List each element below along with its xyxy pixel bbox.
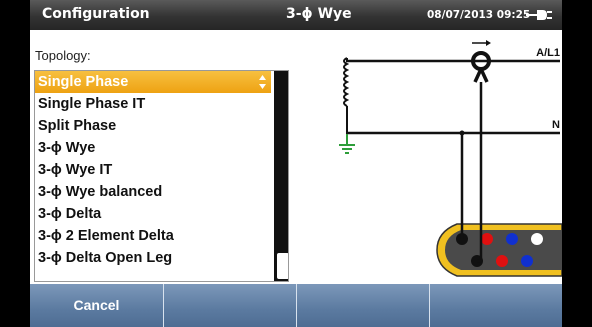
line-label: A/L1 bbox=[536, 47, 560, 59]
ground-icon bbox=[339, 134, 355, 154]
topology-list[interactable]: Single Phase Single Phase IT Split Phase… bbox=[34, 70, 289, 282]
date-time: 08/07/2013 09:25 bbox=[427, 9, 531, 21]
softkey-2[interactable] bbox=[163, 284, 296, 327]
topology-item[interactable]: 3-ϕ Wye bbox=[35, 137, 271, 159]
topology-label: Topology: bbox=[35, 48, 91, 63]
transformer-coil-icon bbox=[343, 57, 350, 107]
cancel-button[interactable]: Cancel bbox=[30, 284, 163, 327]
list-item-label: Single Phase bbox=[38, 74, 129, 90]
softkey-3[interactable] bbox=[296, 284, 429, 327]
up-down-arrows-icon bbox=[259, 75, 266, 89]
topology-item[interactable]: 3-ϕ Delta Open Leg bbox=[35, 247, 271, 269]
softkey-4[interactable] bbox=[429, 284, 562, 327]
list-scrollbar[interactable] bbox=[274, 71, 288, 281]
topology-item[interactable]: 3-ϕ Delta bbox=[35, 203, 271, 225]
topology-item[interactable]: 3-ϕ Wye IT bbox=[35, 159, 271, 181]
neutral-label: N bbox=[552, 119, 560, 131]
topology-mode: 3-ϕ Wye bbox=[286, 6, 352, 22]
device-frame: Configuration 3-ϕ Wye 08/07/2013 09:25 T… bbox=[0, 0, 592, 327]
topology-item-selected[interactable]: Single Phase bbox=[35, 71, 271, 93]
topology-item[interactable]: Single Phase IT bbox=[35, 93, 271, 115]
neutral-tap bbox=[459, 130, 465, 136]
wiring-diagram: A/L1 N bbox=[339, 40, 562, 277]
title-bar: Configuration 3-ϕ Wye 08/07/2013 09:25 bbox=[30, 0, 562, 30]
screen-title: Configuration bbox=[42, 6, 150, 22]
topology-item[interactable]: 3-ϕ 2 Element Delta bbox=[35, 225, 271, 247]
topology-item[interactable]: 3-ϕ Wye balanced bbox=[35, 181, 271, 203]
topology-item[interactable]: Split Phase bbox=[35, 115, 271, 137]
meter-connector-icon bbox=[436, 223, 562, 277]
softkey-bar: Cancel bbox=[30, 284, 562, 327]
plug-icon bbox=[526, 10, 552, 20]
screen: Configuration 3-ϕ Wye 08/07/2013 09:25 T… bbox=[30, 0, 562, 327]
